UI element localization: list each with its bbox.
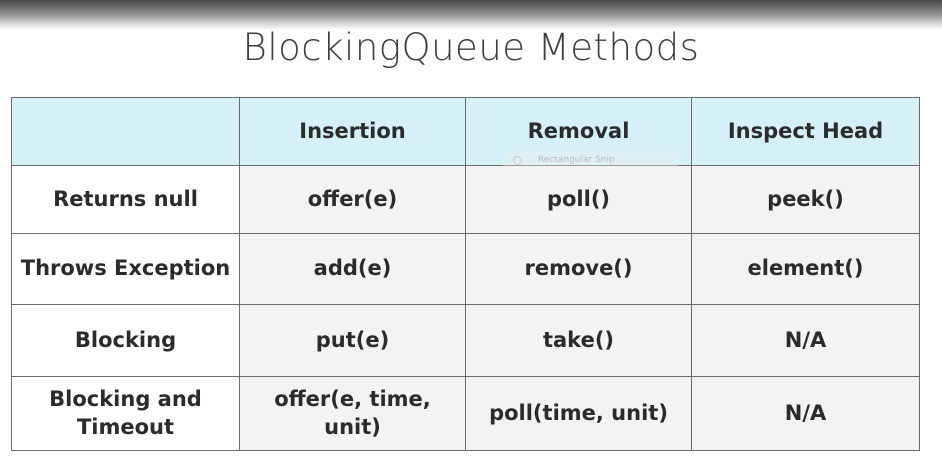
removal-cell: remove() <box>465 233 692 305</box>
row-label: Blocking <box>11 304 240 377</box>
removal-cell: poll() <box>465 165 692 234</box>
removal-cell: poll(time, unit) <box>465 376 692 451</box>
row-label: Blocking and Timeout <box>11 376 240 451</box>
row-label: Returns null <box>11 165 240 234</box>
header-corner <box>11 97 240 166</box>
insertion-cell: put(e) <box>239 304 466 377</box>
slide: BlockingQueue Methods Insertion Removal … <box>0 0 942 474</box>
header-inspect-head: Inspect Head <box>691 97 920 166</box>
inspect-cell: N/A <box>691 376 920 451</box>
inspect-cell: peek() <box>691 165 920 234</box>
insertion-cell: offer(e, time, unit) <box>239 376 466 451</box>
removal-cell: take() <box>465 304 692 377</box>
header-row: Insertion Removal Inspect Head <box>11 97 920 166</box>
row-label: Throws Exception <box>11 233 240 305</box>
insertion-cell: offer(e) <box>239 165 466 234</box>
inspect-cell: N/A <box>691 304 920 377</box>
clock-icon <box>513 155 522 165</box>
table-row: Blocking and Timeout offer(e, time, unit… <box>11 376 920 451</box>
header-insertion: Insertion <box>239 97 466 166</box>
table-row: Blocking put(e) take() N/A <box>11 304 920 377</box>
table-row: Returns null offer(e) poll() peek() <box>11 165 920 234</box>
table-row: Throws Exception add(e) remove() element… <box>11 233 920 305</box>
slide-title: BlockingQueue Methods <box>242 26 700 69</box>
rectangular-snip-tooltip: Rectangular Snip <box>503 151 678 169</box>
snip-label: Rectangular Snip <box>538 155 615 165</box>
inspect-cell: element() <box>691 233 920 305</box>
insertion-cell: add(e) <box>239 233 466 305</box>
methods-table: Insertion Removal Inspect Head Returns n… <box>11 97 920 451</box>
